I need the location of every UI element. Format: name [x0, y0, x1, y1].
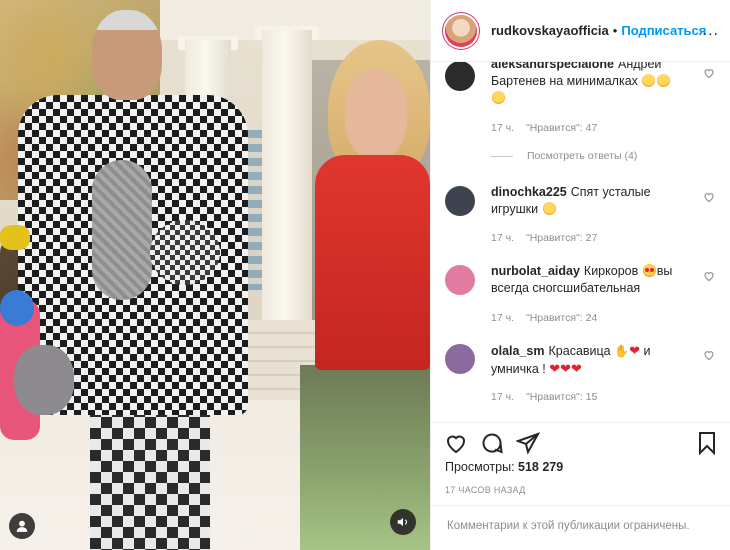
grey-plush-toy	[92, 160, 152, 300]
comment-bubble-icon[interactable]	[480, 431, 504, 455]
heart-eyes-emoji	[642, 264, 656, 277]
comment-time: 17 ч.	[491, 312, 514, 324]
separator-dot: •	[612, 23, 618, 38]
post-side-panel: rudkovskayaofficia • Подписаться ... ale…	[430, 0, 730, 550]
like-comment-icon[interactable]	[703, 190, 715, 203]
comment-body: Киркоров	[583, 264, 639, 278]
comment-time: 17 ч.	[491, 391, 514, 403]
comment-meta: 17 ч. "Нравится": 47	[491, 122, 597, 134]
grinning-sweat-emoji	[542, 202, 556, 215]
commenter-avatar[interactable]	[445, 186, 475, 216]
comments-list[interactable]: aleksandrspecialone Андрей Бартенев на ми…	[431, 62, 730, 422]
comment-likes[interactable]: "Нравится": 47	[526, 122, 597, 134]
speaker-icon[interactable]	[390, 509, 416, 535]
paper-plane-icon[interactable]	[515, 431, 541, 455]
user-tag-icon[interactable]	[9, 513, 35, 539]
comments-restricted-notice: Комментарии к этой публикации ограничены…	[431, 505, 730, 550]
red-heart-emoji: ❤	[629, 343, 640, 358]
comment-username[interactable]: dinochka225	[491, 185, 567, 199]
comment-body: Красавица	[548, 344, 611, 358]
post-header: rudkovskayaofficia • Подписаться ...	[431, 0, 730, 62]
comment-likes[interactable]: "Нравится": 15	[526, 391, 597, 403]
view-replies-label[interactable]: Посмотреть ответы (4)	[527, 150, 637, 162]
comment-username[interactable]: nurbolat_aiday	[491, 264, 580, 278]
woman-red-jacket	[315, 155, 430, 370]
more-options-icon[interactable]: ...	[703, 22, 719, 40]
comment-text: aleksandrspecialone Андрей Бартенев на ми…	[491, 62, 691, 107]
red-heart-emoji: ❤	[549, 361, 561, 376]
woman-face	[345, 70, 407, 160]
like-comment-icon[interactable]	[703, 269, 715, 282]
commenter-avatar[interactable]	[445, 62, 475, 91]
follow-button[interactable]: Подписаться	[621, 23, 706, 38]
author-username[interactable]: rudkovskayaofficia	[491, 23, 609, 38]
views-label: Просмотры:	[445, 460, 515, 474]
man-head	[92, 10, 162, 100]
grinning-sweat-emoji	[657, 74, 671, 87]
post-media[interactable]	[0, 0, 430, 550]
views-value: 518 279	[518, 460, 564, 474]
like-comment-icon[interactable]	[703, 66, 715, 79]
man-checkered-trousers	[90, 395, 210, 550]
comment-username[interactable]: olala_sm	[491, 344, 545, 358]
comment-text: nurbolat_aiday Киркоров вы всегда сногсши…	[491, 263, 691, 297]
checkered-plush-toy	[150, 220, 220, 285]
commenter-avatar[interactable]	[445, 344, 475, 374]
replies-divider	[491, 155, 513, 157]
mouse-plush-toy	[14, 345, 74, 415]
heart-outline-icon[interactable]	[444, 431, 468, 455]
comment-time: 17 ч.	[491, 232, 514, 244]
comment-likes[interactable]: "Нравится": 27	[526, 232, 597, 244]
avatar[interactable]	[445, 14, 477, 47]
yellow-plush-toy	[0, 225, 30, 250]
post-timestamp[interactable]: 17 часов назад	[445, 485, 526, 495]
red-heart-emoji: ❤	[560, 361, 572, 376]
view-replies-button[interactable]: Посмотреть ответы (4)	[491, 150, 637, 162]
bookmark-icon[interactable]	[695, 431, 719, 456]
commenter-avatar[interactable]	[445, 265, 475, 295]
column	[262, 30, 312, 340]
blue-plush-toy	[0, 290, 34, 326]
red-heart-emoji: ❤	[571, 361, 582, 376]
grinning-sweat-emoji	[492, 91, 505, 104]
grinning-sweat-emoji	[642, 74, 656, 87]
comment-text: olala_sm Красавица ✋❤ и умничка ! ❤❤❤	[491, 342, 691, 378]
comment-text: dinochka225 Спят усталые игрушки	[491, 184, 691, 218]
comment-meta: 17 ч. "Нравится": 15	[491, 391, 597, 403]
like-comment-icon[interactable]	[703, 348, 715, 361]
comment-meta: 17 ч. "Нравится": 27	[491, 232, 597, 244]
praying-hands-emoji: ✋	[614, 344, 630, 358]
comment-time: 17 ч.	[491, 122, 514, 134]
views-count[interactable]: Просмотры: 518 279	[445, 460, 563, 474]
comment-likes[interactable]: "Нравится": 24	[526, 312, 597, 324]
post-actions-bar	[431, 422, 730, 462]
comment-meta: 17 ч. "Нравится": 24	[491, 312, 597, 324]
comment-username[interactable]: aleksandrspecialone	[491, 62, 614, 71]
